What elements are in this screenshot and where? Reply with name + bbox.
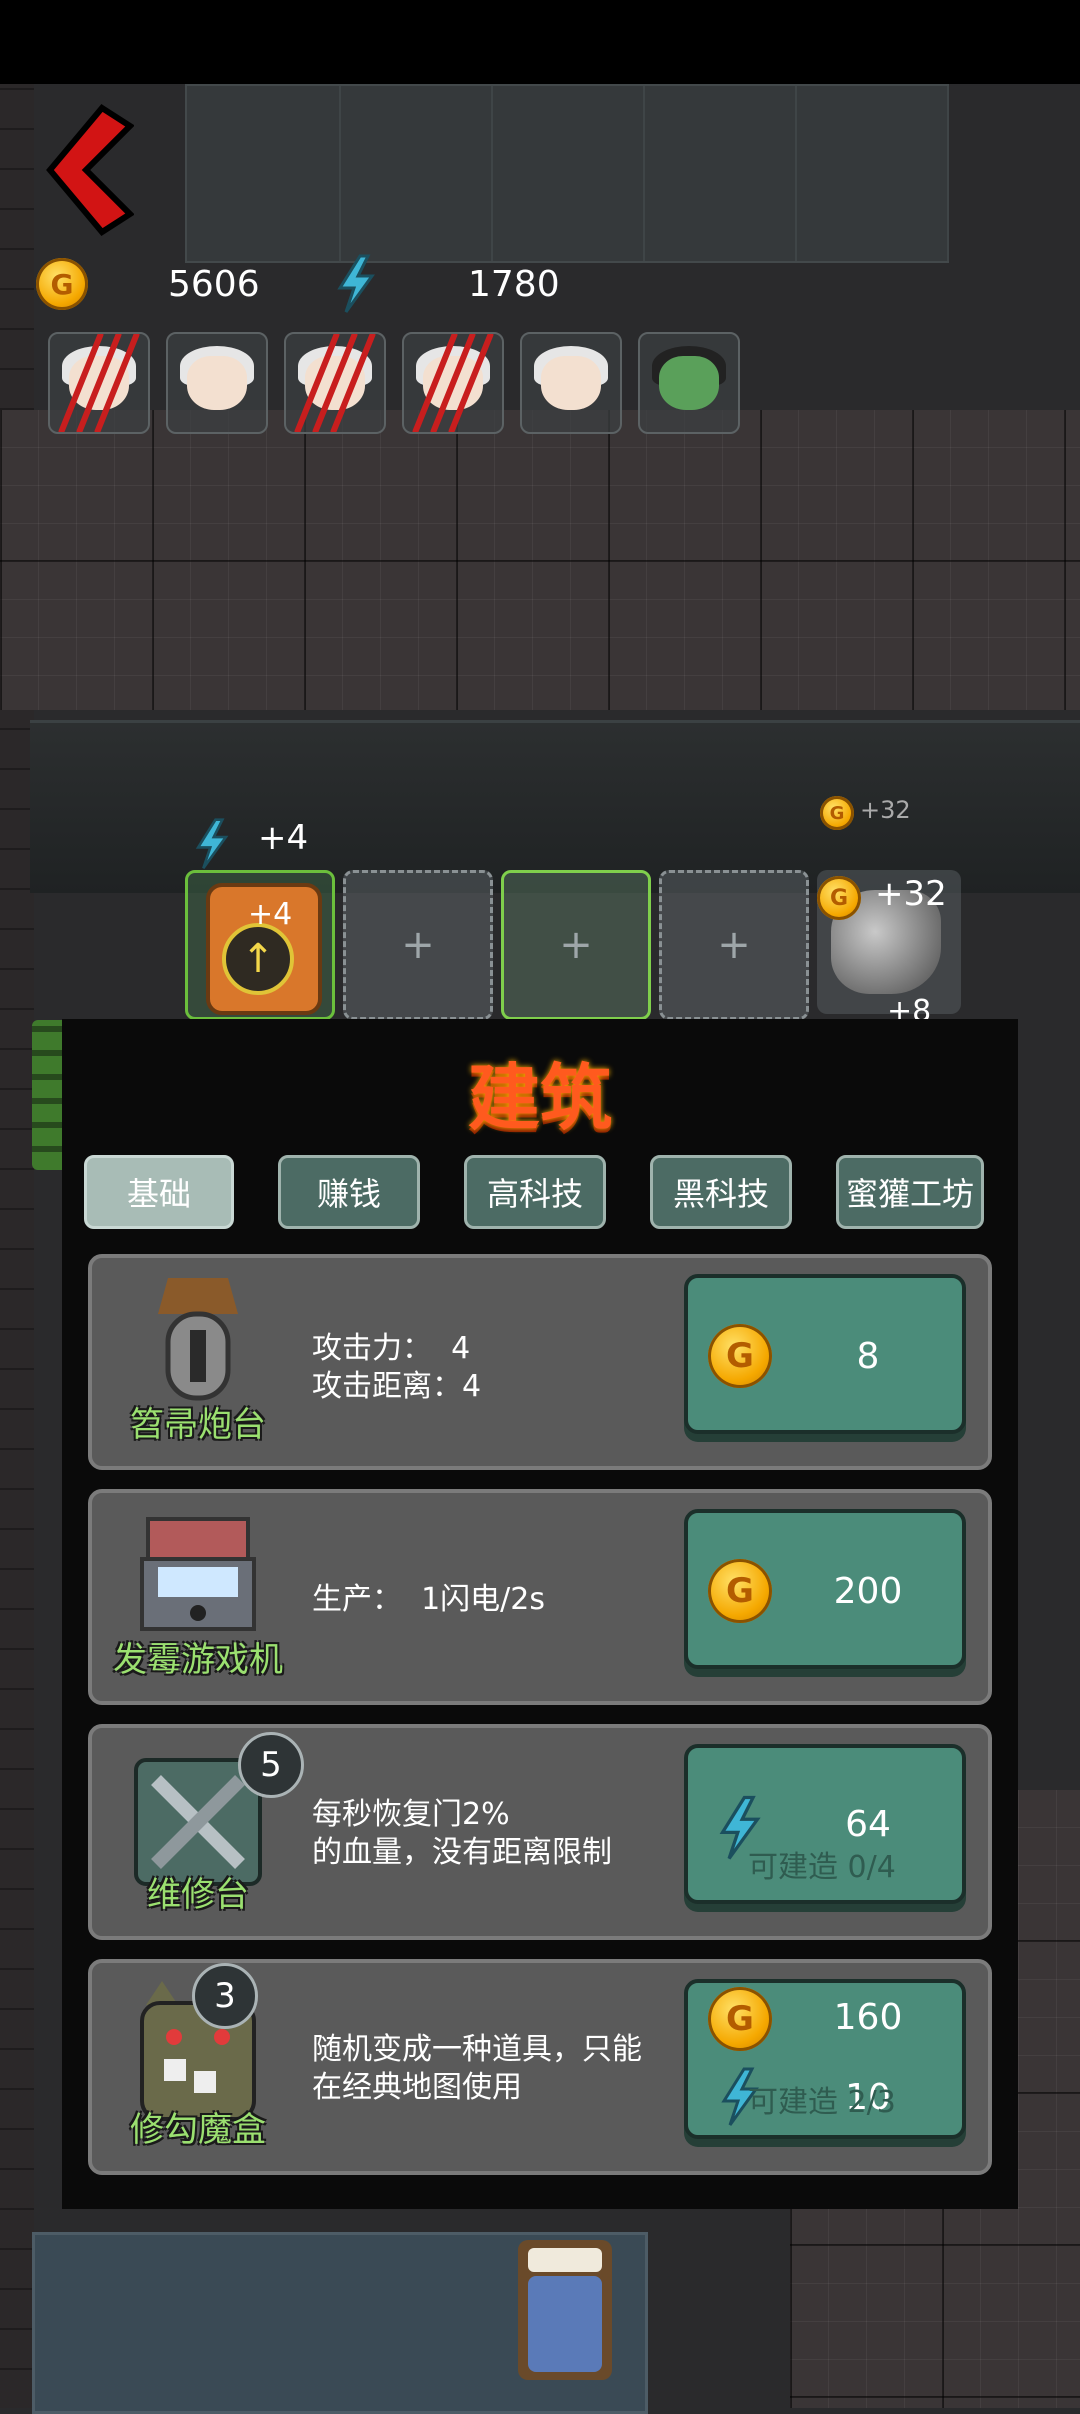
building-card-moldy-arcade: 发霉游戏机 生产： 1闪电/2s G 200 [88, 1489, 992, 1705]
tab-badger-workshop[interactable]: 蜜獾工坊 [836, 1155, 984, 1229]
hero-slot-slashed[interactable] [48, 332, 150, 434]
upgrade-arrow-icon[interactable]: ↑ [222, 923, 294, 995]
gold-coin-icon: G [36, 258, 88, 310]
lightning-icon [337, 254, 375, 313]
hero-row [48, 332, 740, 434]
panel-title: 建筑 [467, 1056, 612, 1140]
gold-gain-label: +32 [860, 796, 911, 824]
buy-button[interactable]: 64 可建造 0/4 [684, 1744, 966, 1904]
panel-side-edge [32, 1020, 62, 1170]
top-room [185, 84, 949, 263]
empty-build-slot[interactable]: + [659, 870, 809, 1020]
energy-amount: 1780 [468, 263, 560, 305]
gold-resource: G 5606 [36, 256, 260, 312]
hero-slot-slashed[interactable] [402, 332, 504, 434]
gold-coin-icon: G [708, 1559, 772, 1623]
price: 160 [833, 1997, 903, 2038]
tab-blacktech[interactable]: 黑科技 [650, 1155, 792, 1229]
buy-button[interactable]: G 200 [684, 1509, 966, 1669]
hero-slot-grandma[interactable] [520, 332, 622, 434]
buy-button[interactable]: G 8 [684, 1274, 966, 1434]
count-badge: 5 [238, 1732, 304, 1798]
rock-slot[interactable]: G +32 +8 [817, 870, 961, 1029]
count-badge: 3 [192, 1963, 258, 2029]
build-limit: 可建造 0/4 [748, 1850, 896, 1885]
price: 8 [856, 1336, 880, 1377]
hero-slot-you[interactable] [638, 332, 740, 434]
building-name: 笤帚炮台 [130, 1405, 266, 1445]
hero-slot-grandma[interactable] [166, 332, 268, 434]
lightning-icon [195, 818, 229, 870]
building-name: 维修台 [147, 1875, 249, 1915]
empty-build-slot[interactable]: + [343, 870, 493, 1020]
building-desc: 攻击力： 4 攻击距离：4 [312, 1331, 482, 1404]
status-bar [0, 0, 1080, 84]
game-machine-slot[interactable]: ↑ +4 [185, 870, 335, 1020]
gold-coin-icon: G [708, 1324, 772, 1388]
building-card-dog-box: 3 修勾魔盒 随机变成一种道具，只能 在经典地图使用 G 160 10 可建造 … [88, 1959, 992, 2175]
hero-slot-slashed[interactable] [284, 332, 386, 434]
energy-resource: 1780 [334, 254, 560, 313]
floor-tiles [0, 410, 1080, 710]
building-desc: 每秒恢复门2% 的血量，没有距离限制 [312, 1797, 612, 1870]
price: 64 [845, 1804, 891, 1845]
back-button[interactable] [42, 104, 135, 236]
gold-coin-icon: G [708, 1987, 772, 2051]
building-desc: 随机变成一种道具，只能 在经典地图使用 [312, 2032, 642, 2105]
energy-gain-label: +4 [258, 818, 309, 858]
rock-gold-label: +32 [875, 874, 947, 914]
building-name: 发霉游戏机 [113, 1640, 283, 1680]
building-name: 修勾魔盒 [130, 2110, 266, 2150]
gold-coin-icon: G [820, 796, 854, 830]
category-tabs: 基础 赚钱 高科技 黑科技 蜜獾工坊 [84, 1155, 984, 1229]
tab-earn[interactable]: 赚钱 [278, 1155, 420, 1229]
building-card-repair-bench: 5 维修台 每秒恢复门2% 的血量，没有距离限制 64 可建造 0/4 [88, 1724, 992, 1940]
build-panel: 建筑 基础 赚钱 高科技 黑科技 蜜獾工坊 笤帚炮台 攻击力： 4 攻击距离：4… [62, 1019, 1018, 2209]
price: 200 [833, 1571, 903, 1612]
tab-basic[interactable]: 基础 [84, 1155, 234, 1229]
building-desc: 生产： 1闪电/2s [312, 1582, 545, 1617]
build-limit: 可建造 2/3 [748, 2085, 896, 2120]
buy-button[interactable]: G 160 10 可建造 2/3 [684, 1979, 966, 2139]
corridor [30, 720, 1080, 893]
gold-coin-icon: G [817, 876, 861, 920]
machine-gain-label: +4 [248, 897, 293, 932]
gold-amount: 5606 [168, 263, 260, 305]
building-card-broom-turret: 笤帚炮台 攻击力： 4 攻击距离：4 G 8 [88, 1254, 992, 1470]
tab-hightech[interactable]: 高科技 [464, 1155, 606, 1229]
back-arrow-icon [46, 104, 135, 236]
empty-build-slot-selected[interactable]: + [501, 870, 651, 1020]
bed-icon [518, 2240, 612, 2380]
build-slot-row: ↑ +4 + + + G +32 +8 [185, 870, 961, 1029]
